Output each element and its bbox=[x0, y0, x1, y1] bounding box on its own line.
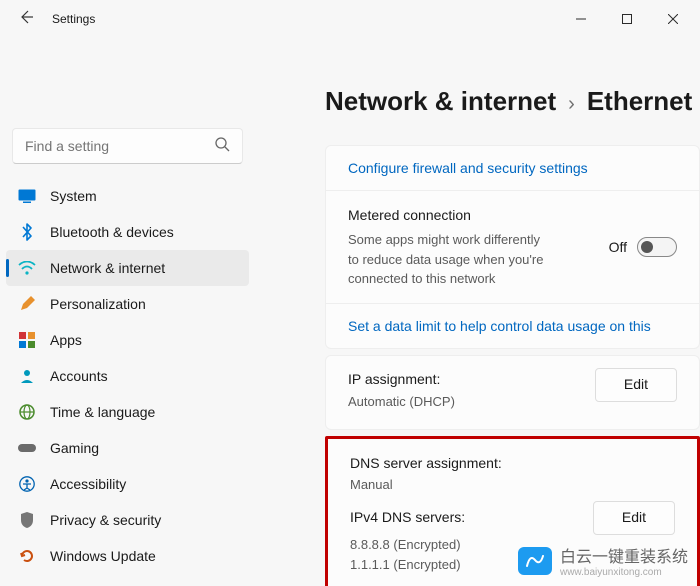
nav-label: Apps bbox=[50, 332, 82, 348]
sidebar-item-windows-update[interactable]: Windows Update bbox=[6, 538, 249, 574]
metered-desc: Some apps might work differently to redu… bbox=[348, 230, 553, 289]
nav-label: Windows Update bbox=[50, 548, 156, 564]
minimize-button[interactable] bbox=[558, 3, 604, 35]
nav-label: Personalization bbox=[50, 296, 146, 312]
nav-list: System Bluetooth & devices Network & inter… bbox=[6, 178, 249, 574]
watermark: 白云一键重装系统 www.baiyunxitong.com bbox=[518, 543, 688, 578]
dns-title: DNS server assignment: bbox=[350, 453, 675, 475]
search-input[interactable] bbox=[25, 138, 205, 154]
nav-label: Accessibility bbox=[50, 476, 126, 492]
sidebar-item-personalization[interactable]: Personalization bbox=[6, 286, 249, 322]
nav-label: Privacy & security bbox=[50, 512, 161, 528]
search-icon bbox=[215, 137, 230, 155]
nav-icon bbox=[18, 223, 36, 241]
sidebar-item-privacy-security[interactable]: Privacy & security bbox=[6, 502, 249, 538]
nav-icon bbox=[18, 259, 36, 277]
ip-edit-button[interactable]: Edit bbox=[595, 368, 677, 402]
metered-toggle-wrap: Off bbox=[609, 237, 677, 257]
watermark-line1: 白云一键重装系统 bbox=[560, 543, 688, 567]
nav-icon bbox=[18, 295, 36, 313]
nav-icon bbox=[18, 547, 36, 565]
sidebar-item-accessibility[interactable]: Accessibility bbox=[6, 466, 249, 502]
firewall-link-row[interactable]: Configure firewall and security settings bbox=[326, 146, 699, 191]
sidebar-item-time-language[interactable]: Time & language bbox=[6, 394, 249, 430]
metered-toggle-label: Off bbox=[609, 239, 627, 255]
nav-icon bbox=[18, 439, 36, 457]
nav-label: Time & language bbox=[50, 404, 155, 420]
search-box[interactable] bbox=[12, 128, 243, 164]
nav-icon bbox=[18, 187, 36, 205]
close-button[interactable] bbox=[650, 3, 696, 35]
settings-panel-1: Configure firewall and security settings… bbox=[325, 145, 700, 349]
nav-icon bbox=[18, 511, 36, 529]
dns-value: Manual bbox=[350, 475, 675, 495]
data-limit-row[interactable]: Set a data limit to help control data us… bbox=[326, 304, 699, 348]
metered-title: Metered connection bbox=[348, 205, 553, 226]
sidebar-item-accounts[interactable]: Accounts bbox=[6, 358, 249, 394]
sidebar-item-bluetooth-devices[interactable]: Bluetooth & devices bbox=[6, 214, 249, 250]
sidebar-item-apps[interactable]: Apps bbox=[6, 322, 249, 358]
sidebar-item-network-internet[interactable]: Network & internet bbox=[6, 250, 249, 286]
nav-icon bbox=[18, 475, 36, 493]
nav-icon bbox=[18, 331, 36, 349]
nav-icon bbox=[18, 403, 36, 421]
ip-title: IP assignment: bbox=[348, 368, 595, 392]
breadcrumb-current: Ethernet bbox=[587, 86, 692, 117]
content-area: Network & internet › Ethernet Configure … bbox=[255, 38, 700, 586]
metered-connection-row: Metered connection Some apps might work … bbox=[326, 191, 699, 304]
watermark-text: 白云一键重装系统 www.baiyunxitong.com bbox=[560, 543, 688, 578]
sidebar-item-system[interactable]: System bbox=[6, 178, 249, 214]
nav-label: Network & internet bbox=[50, 260, 165, 276]
window-controls bbox=[558, 3, 696, 35]
nav-label: System bbox=[50, 188, 97, 204]
watermark-line2: www.baiyunxitong.com bbox=[560, 567, 688, 578]
breadcrumb-parent[interactable]: Network & internet bbox=[325, 86, 556, 117]
firewall-link[interactable]: Configure firewall and security settings bbox=[348, 160, 588, 176]
sidebar: System Bluetooth & devices Network & inter… bbox=[0, 38, 255, 586]
data-limit-link[interactable]: Set a data limit to help control data us… bbox=[348, 318, 651, 334]
titlebar-left: Settings bbox=[18, 9, 95, 30]
app-title: Settings bbox=[52, 12, 95, 26]
ip-panel: IP assignment: Automatic (DHCP) Edit bbox=[325, 355, 700, 431]
ip-value: Automatic (DHCP) bbox=[348, 391, 595, 413]
metered-text-block: Metered connection Some apps might work … bbox=[348, 205, 553, 289]
back-button[interactable] bbox=[18, 9, 34, 30]
dns-edit-button[interactable]: Edit bbox=[593, 501, 675, 535]
nav-label: Bluetooth & devices bbox=[50, 224, 174, 240]
watermark-icon bbox=[518, 547, 552, 575]
chevron-right-icon: › bbox=[568, 93, 575, 116]
maximize-button[interactable] bbox=[604, 3, 650, 35]
ip-assignment-row: IP assignment: Automatic (DHCP) Edit bbox=[326, 356, 699, 430]
nav-label: Accounts bbox=[50, 368, 108, 384]
nav-label: Gaming bbox=[50, 440, 99, 456]
titlebar: Settings bbox=[0, 0, 700, 38]
sidebar-item-gaming[interactable]: Gaming bbox=[6, 430, 249, 466]
nav-icon bbox=[18, 367, 36, 385]
ipv4-dns-title: IPv4 DNS servers: bbox=[350, 507, 465, 529]
metered-toggle[interactable] bbox=[637, 237, 677, 257]
breadcrumb: Network & internet › Ethernet bbox=[325, 86, 700, 117]
